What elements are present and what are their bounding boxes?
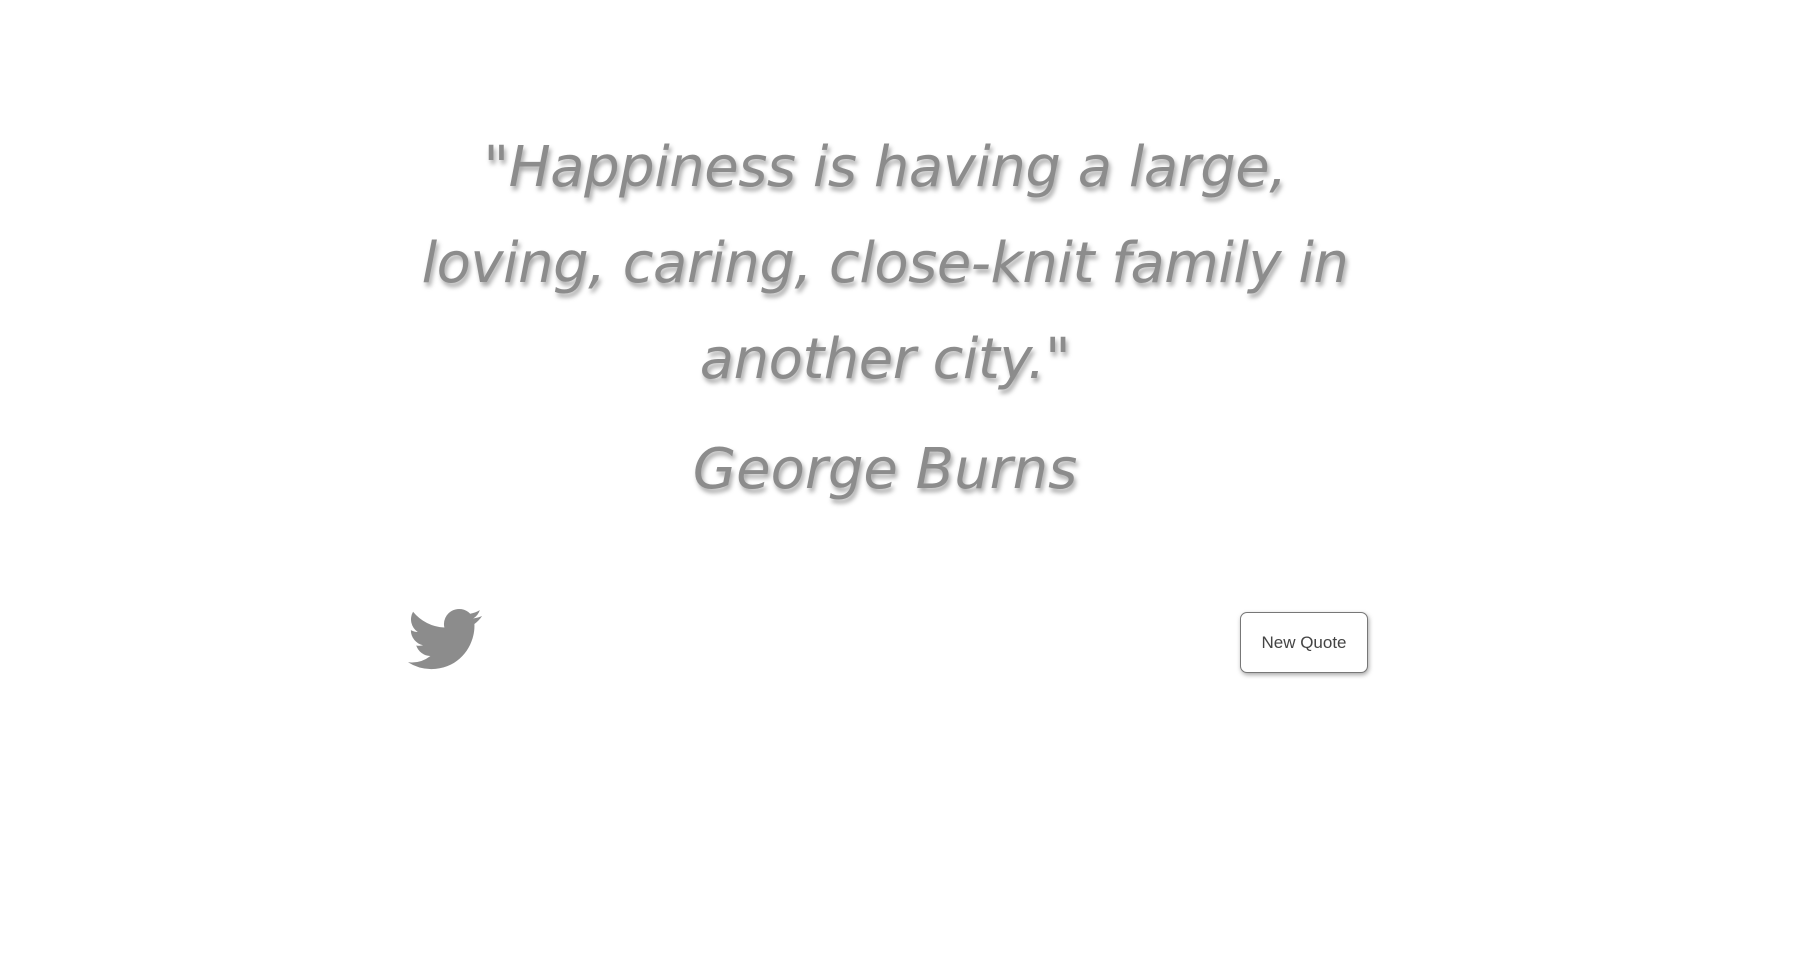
- quote-box: "Happiness is having a large, loving, ca…: [405, 120, 1365, 510]
- tweet-quote-button[interactable]: [404, 602, 486, 676]
- twitter-bird-icon: [408, 608, 482, 670]
- quote-text: "Happiness is having a large, loving, ca…: [421, 135, 1349, 392]
- quote-machine-page: "Happiness is having a large, loving, ca…: [0, 0, 1803, 957]
- new-quote-button[interactable]: New Quote: [1240, 612, 1368, 673]
- quote-author: George Burns: [692, 437, 1078, 502]
